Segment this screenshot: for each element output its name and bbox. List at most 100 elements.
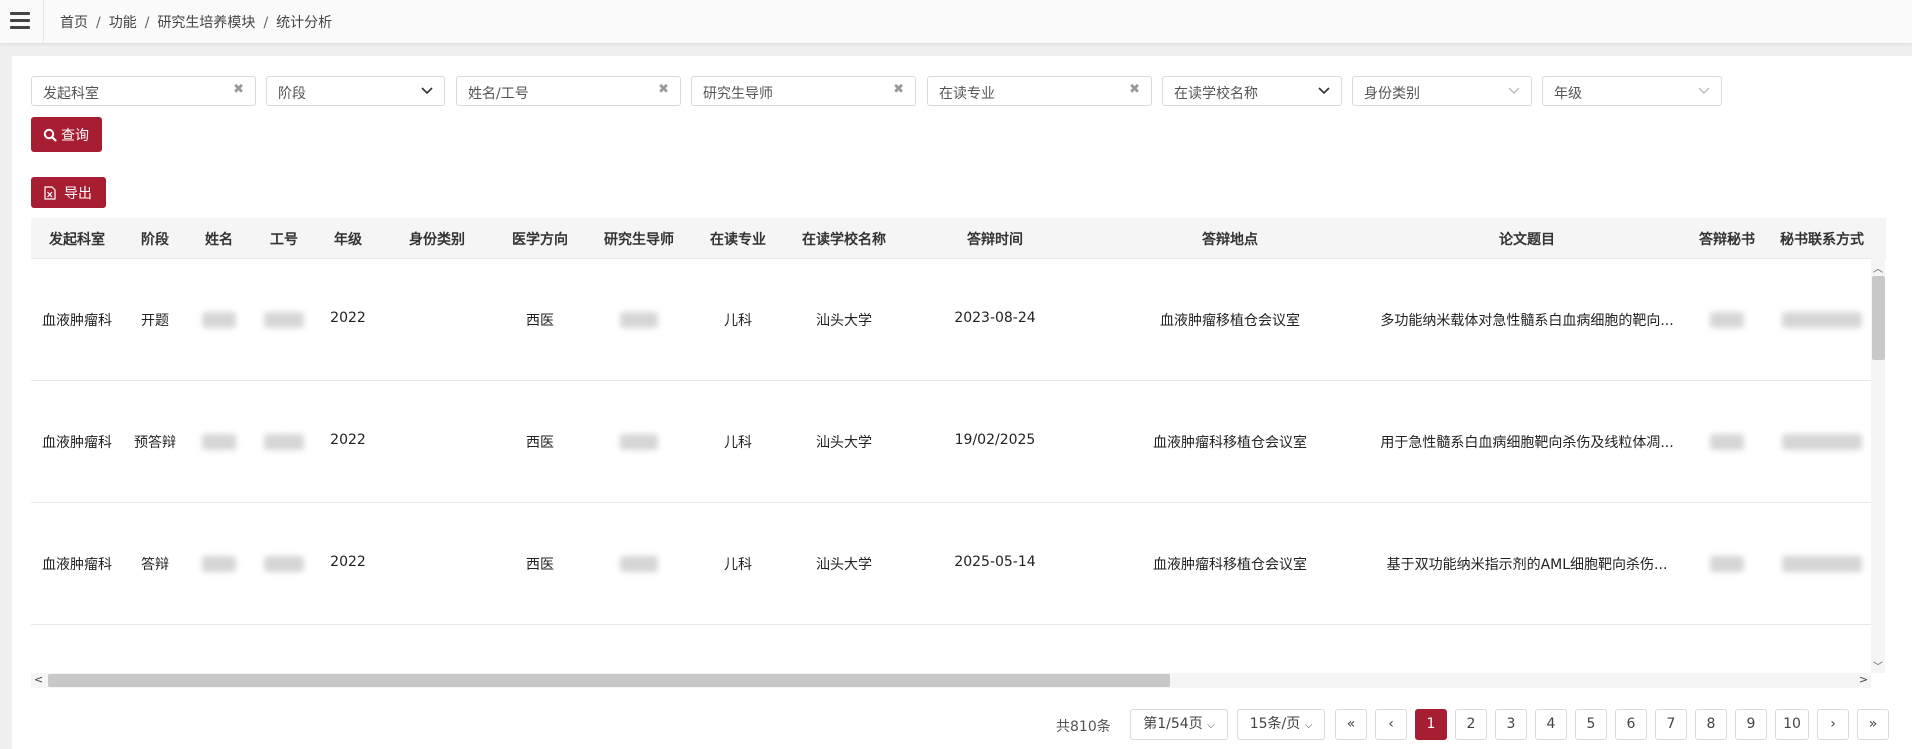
- scroll-right-arrow-icon[interactable]: >: [1859, 673, 1868, 686]
- page-button-6[interactable]: 6: [1615, 709, 1647, 740]
- dept-input[interactable]: 发起科室 ✖: [31, 76, 256, 106]
- chevron-down-icon: [421, 87, 433, 95]
- col-grade[interactable]: 年级: [334, 229, 362, 249]
- table-row[interactable]: 血液肿瘤科 开题 2022 西医 儿科 汕头大学 2023-08-24 血液肿瘤…: [31, 259, 1871, 381]
- page-button-5[interactable]: 5: [1575, 709, 1607, 740]
- redacted-contact: [1782, 556, 1862, 572]
- page-button-4[interactable]: 4: [1535, 709, 1567, 740]
- chevron-down-icon: [1698, 87, 1710, 94]
- excel-file-icon: [44, 186, 56, 200]
- col-identity[interactable]: 身份类别: [409, 229, 465, 249]
- redacted-secretary: [1710, 434, 1744, 450]
- total-count: 共810条: [1056, 719, 1111, 735]
- col-name[interactable]: 姓名: [205, 229, 233, 249]
- page-button-1[interactable]: 1: [1415, 709, 1447, 740]
- col-date[interactable]: 答辩时间: [967, 229, 1023, 249]
- page-button-7[interactable]: 7: [1655, 709, 1687, 740]
- col-direction[interactable]: 医学方向: [512, 229, 568, 249]
- redacted-supervisor: [620, 434, 658, 450]
- supervisor-input[interactable]: 研究生导师 ✖: [691, 76, 916, 106]
- stage-placeholder: 阶段: [278, 86, 306, 102]
- cell-dept: 血液肿瘤科: [42, 557, 112, 573]
- page-button-8[interactable]: 8: [1695, 709, 1727, 740]
- school-placeholder: 在读学校名称: [1174, 86, 1258, 102]
- page-size-value: 15条/页: [1249, 716, 1301, 732]
- scroll-down-arrow-icon[interactable]: ﹀: [1873, 658, 1883, 673]
- redacted-contact: [1782, 434, 1862, 450]
- cell-title: 基于双功能纳米指示剂的AML细胞靶向杀伤...: [1386, 557, 1668, 573]
- cell-place: 血液肿瘤移植仓会议室: [1160, 313, 1300, 329]
- table-header: 发起科室 阶段 姓名 工号 年级 身份类别 医学方向 研究生导师 在读专业 在读…: [31, 218, 1886, 259]
- cell-grade: 2022: [330, 432, 366, 448]
- query-button[interactable]: 查询: [31, 117, 102, 152]
- query-label: 查询: [61, 128, 89, 144]
- page-size-select[interactable]: 15条/页 ⌵: [1237, 709, 1325, 740]
- page-select[interactable]: 第1/54页 ⌵: [1130, 709, 1228, 740]
- breadcrumb-function[interactable]: 功能: [109, 15, 137, 31]
- last-page-button[interactable]: »: [1857, 709, 1889, 740]
- cell-date: 2023-08-24: [954, 310, 1036, 326]
- stage-select[interactable]: 阶段: [266, 76, 445, 106]
- table-row[interactable]: 血液肿瘤科 答辩 2022 西医 儿科 汕头大学 2025-05-14 血液肿瘤…: [31, 503, 1871, 625]
- identity-select[interactable]: 身份类别: [1352, 76, 1532, 106]
- hamburger-menu-icon[interactable]: [10, 12, 30, 30]
- col-title[interactable]: 论文题目: [1499, 229, 1555, 249]
- redacted-name: [202, 312, 236, 328]
- scroll-up-arrow-icon[interactable]: ︿: [1873, 260, 1883, 275]
- prev-page-button[interactable]: ‹: [1375, 709, 1407, 740]
- col-supervisor[interactable]: 研究生导师: [604, 229, 674, 249]
- cell-stage: 预答辩: [134, 435, 176, 451]
- page-button-3[interactable]: 3: [1495, 709, 1527, 740]
- page-select-value: 第1/54页: [1143, 716, 1203, 732]
- page-button-9[interactable]: 9: [1735, 709, 1767, 740]
- page-button-10[interactable]: 10: [1775, 709, 1809, 740]
- breadcrumb: 首页 / 功能 / 研究生培养模块 / 统计分析: [60, 15, 333, 31]
- chevron-down-icon: [1318, 87, 1330, 95]
- page-button-2[interactable]: 2: [1455, 709, 1487, 740]
- col-secretary[interactable]: 答辩秘书: [1699, 229, 1755, 249]
- col-dept[interactable]: 发起科室: [49, 229, 105, 249]
- school-select[interactable]: 在读学校名称: [1162, 76, 1342, 106]
- col-stage[interactable]: 阶段: [141, 229, 169, 249]
- chevron-down-icon: ⌵: [1304, 720, 1313, 731]
- identity-placeholder: 身份类别: [1364, 86, 1420, 102]
- dept-placeholder: 发起科室: [43, 86, 99, 102]
- cell-school: 汕头大学: [816, 313, 872, 329]
- cell-grade: 2022: [330, 554, 366, 570]
- table-row[interactable]: 血液肿瘤科 预答辩 2022 西医 儿科 汕头大学 19/02/2025 血液肿…: [31, 381, 1871, 503]
- cell-direction: 西医: [526, 435, 554, 451]
- cell-grade: 2022: [330, 310, 366, 326]
- name-id-input[interactable]: 姓名/工号 ✖: [456, 76, 681, 106]
- chevron-down-icon: ⌵: [1207, 720, 1215, 731]
- clear-icon[interactable]: ✖: [658, 82, 669, 97]
- cell-major: 儿科: [724, 557, 752, 573]
- cell-direction: 西医: [526, 557, 554, 573]
- col-school[interactable]: 在读学校名称: [802, 229, 886, 249]
- col-secretary-contact[interactable]: 秘书联系方式: [1780, 229, 1864, 249]
- cell-stage: 开题: [141, 313, 169, 329]
- vertical-scrollbar[interactable]: ︿ ﹀: [1871, 258, 1885, 673]
- clear-icon[interactable]: ✖: [233, 82, 244, 97]
- breadcrumb-module[interactable]: 研究生培养模块: [157, 15, 255, 31]
- divider: [43, 0, 44, 43]
- grade-select[interactable]: 年级: [1542, 76, 1722, 106]
- cell-major: 儿科: [724, 313, 752, 329]
- name-id-placeholder: 姓名/工号: [468, 86, 529, 102]
- clear-icon[interactable]: ✖: [893, 82, 904, 97]
- col-place[interactable]: 答辩地点: [1202, 229, 1258, 249]
- export-button[interactable]: 导出: [31, 177, 106, 208]
- redacted-contact: [1782, 312, 1862, 328]
- col-major[interactable]: 在读专业: [710, 229, 766, 249]
- horizontal-scrollbar[interactable]: < >: [31, 673, 1871, 688]
- vertical-scroll-thumb[interactable]: [1872, 276, 1885, 360]
- redacted-secretary: [1710, 556, 1744, 572]
- major-input[interactable]: 在读专业 ✖: [927, 76, 1152, 106]
- cell-dept: 血液肿瘤科: [42, 313, 112, 329]
- next-page-button[interactable]: ›: [1817, 709, 1849, 740]
- scroll-left-arrow-icon[interactable]: <: [34, 673, 43, 686]
- breadcrumb-home[interactable]: 首页: [60, 15, 88, 31]
- horizontal-scroll-thumb[interactable]: [48, 674, 1170, 687]
- clear-icon[interactable]: ✖: [1129, 82, 1140, 97]
- first-page-button[interactable]: «: [1335, 709, 1367, 740]
- col-staff-id[interactable]: 工号: [270, 229, 298, 249]
